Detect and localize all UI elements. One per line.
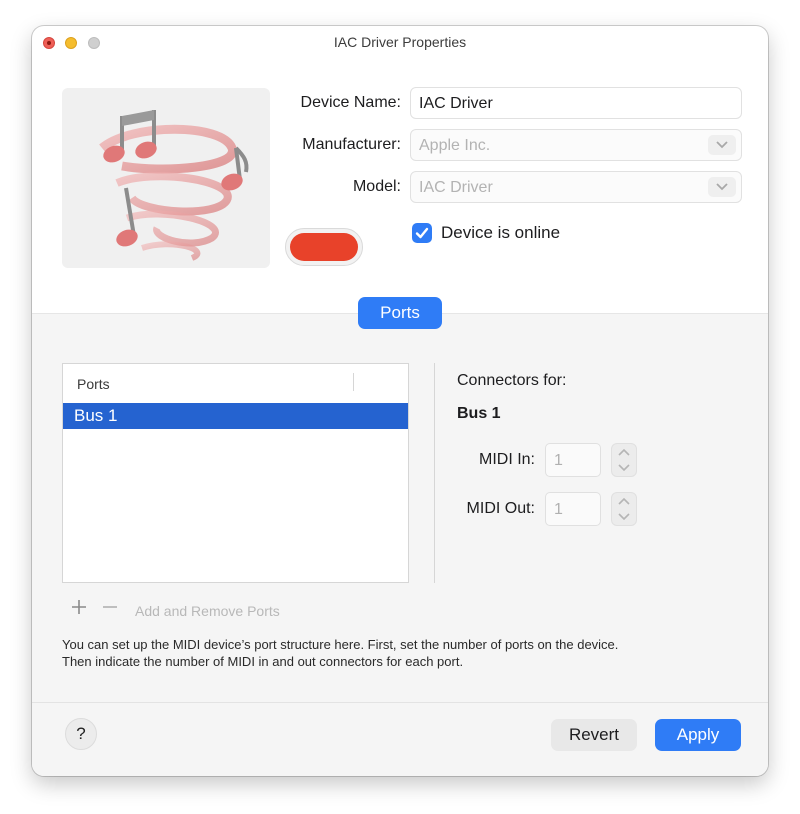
help-button[interactable]: ? [65, 718, 97, 750]
iac-driver-properties-window: IAC Driver Properties Device Name: IAC D… [32, 26, 768, 776]
panel-divider [434, 363, 435, 583]
plus-icon [72, 600, 86, 614]
help-text-line-1: You can set up the MIDI device’s port st… [62, 637, 619, 652]
midi-in-label: MIDI In: [478, 451, 535, 468]
connectors-bus-name: Bus 1 [457, 405, 501, 422]
device-name-label: Device Name: [300, 94, 401, 111]
connectors-title: Connectors for: [457, 372, 567, 389]
device-color-fill [290, 233, 358, 261]
apply-button[interactable]: Apply [655, 719, 741, 751]
ports-help-text: You can set up the MIDI device’s port st… [62, 636, 742, 670]
midi-out-field[interactable]: 1 [545, 492, 601, 526]
midi-out-label: MIDI Out: [466, 500, 535, 517]
column-header-ports[interactable]: Ports [77, 376, 110, 392]
manufacturer-label: Manufacturer: [302, 136, 401, 153]
ports-table[interactable]: Ports Bus 1 [62, 363, 409, 583]
window-title: IAC Driver Properties [333, 34, 467, 50]
manufacturer-dropdown[interactable]: Apple Inc. [410, 129, 742, 161]
footer-divider [32, 702, 768, 703]
chevron-up-icon [618, 448, 630, 456]
midi-in-stepper[interactable] [611, 443, 637, 477]
help-text-line-2: Then indicate the number of MIDI in and … [62, 654, 464, 669]
device-name-field[interactable]: IAC Driver [410, 87, 742, 119]
chevron-down-icon [708, 135, 736, 155]
model-dropdown[interactable]: IAC Driver [410, 171, 742, 203]
table-header[interactable]: Ports [63, 364, 408, 401]
chevron-down-icon [618, 513, 630, 521]
remove-port-button[interactable] [101, 598, 119, 616]
chevron-down-icon [618, 464, 630, 472]
midi-out-increment-button[interactable] [612, 493, 636, 509]
model-value: IAC Driver [419, 179, 493, 196]
tab-ports[interactable]: Ports [358, 297, 442, 329]
chevron-down-icon [708, 177, 736, 197]
add-port-button[interactable] [70, 598, 88, 616]
midi-out-stepper[interactable] [611, 492, 637, 526]
minus-icon [103, 606, 117, 608]
revert-button[interactable]: Revert [551, 719, 637, 751]
chevron-up-icon [618, 497, 630, 505]
checkmark-icon [415, 227, 429, 239]
device-online-label[interactable]: Device is online [441, 223, 560, 243]
midi-in-decrement-button[interactable] [612, 460, 636, 476]
midi-in-field[interactable]: 1 [545, 443, 601, 477]
add-remove-ports-label: Add and Remove Ports [135, 603, 280, 619]
device-color-well[interactable] [285, 228, 363, 266]
title-bar[interactable]: IAC Driver Properties [32, 26, 768, 60]
midi-in-increment-button[interactable] [612, 444, 636, 460]
midi-out-decrement-button[interactable] [612, 509, 636, 525]
manufacturer-value: Apple Inc. [419, 137, 491, 154]
device-online-checkbox[interactable] [412, 223, 432, 243]
column-divider [353, 373, 354, 391]
model-label: Model: [352, 178, 401, 195]
table-row[interactable]: Bus 1 [63, 403, 408, 429]
